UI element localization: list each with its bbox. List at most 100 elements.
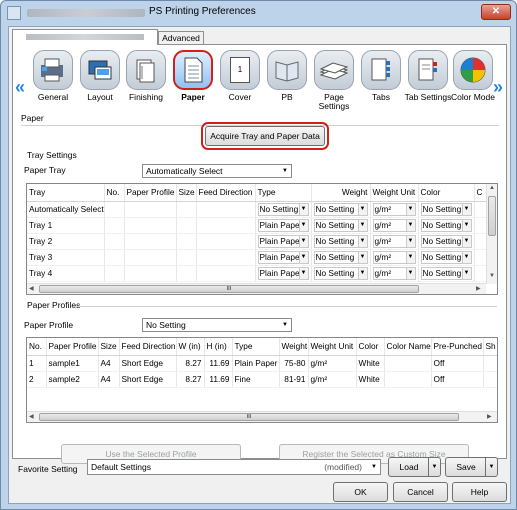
tray-col-header[interactable]: Weight bbox=[311, 184, 371, 202]
toolbar-cover[interactable]: 1 Cover bbox=[215, 47, 265, 109]
toolbar-tab-settings[interactable]: Tab Settings bbox=[403, 47, 453, 109]
profiles-col-header[interactable]: Weight Unit bbox=[308, 338, 357, 356]
tray-col-header[interactable]: Size bbox=[176, 184, 197, 202]
load-button[interactable]: Load ▼ bbox=[388, 457, 441, 477]
chevron-down-icon: ▼ bbox=[298, 219, 308, 231]
profile-width: 8.27 bbox=[176, 371, 205, 388]
tray-type-select[interactable]: Plain Paper ▼ bbox=[257, 250, 309, 264]
tray-row[interactable]: Tray 4 Plain Paper ▼ No Setting ▼ g/m² ▼ No… bbox=[27, 265, 497, 282]
profiles-col-header[interactable]: Sh bbox=[483, 338, 497, 356]
profiles-grid[interactable]: No. Paper Profile Size Feed Direction W … bbox=[26, 337, 498, 423]
scroll-down-icon[interactable]: ▼ bbox=[489, 273, 495, 279]
tray-unit-select[interactable]: g/m² ▼ bbox=[372, 218, 416, 232]
chevron-down-icon: ▼ bbox=[282, 168, 288, 174]
profiles-hscroll-thumb[interactable]: III bbox=[39, 413, 459, 421]
scroll-right-small-icon[interactable]: ▶ bbox=[487, 413, 492, 420]
toolbar-general[interactable]: General bbox=[28, 47, 78, 109]
tray-col-header[interactable]: Weight Unit bbox=[370, 184, 419, 202]
tray-col-header[interactable]: Type bbox=[255, 184, 312, 202]
tray-color-select[interactable]: No Setting ▼ bbox=[420, 218, 472, 232]
tray-unit-select[interactable]: g/m² ▼ bbox=[372, 234, 416, 248]
tray-horizontal-scrollbar[interactable]: ◀ III ▶ bbox=[27, 283, 486, 294]
scroll-left-small-icon[interactable]: ◀ bbox=[29, 413, 34, 420]
toolbar-page-settings[interactable]: Page Settings bbox=[309, 47, 359, 111]
tray-type-select[interactable]: Plain Paper ▼ bbox=[257, 218, 309, 232]
tray-type-select[interactable]: Plain Paper ▼ bbox=[257, 234, 309, 248]
ok-button[interactable]: OK bbox=[333, 482, 388, 502]
paper-profile-select[interactable]: No Setting ▼ bbox=[142, 318, 292, 332]
profiles-col-header[interactable]: Type bbox=[232, 338, 280, 356]
tray-type-select[interactable]: No Setting ▼ bbox=[257, 202, 309, 216]
profiles-col-header[interactable]: Paper Profile bbox=[46, 338, 99, 356]
toolbar-tabs[interactable]: Tabs bbox=[356, 47, 406, 109]
tray-weight-select[interactable]: No Setting ▼ bbox=[313, 202, 368, 216]
profiles-col-header[interactable]: Size bbox=[98, 338, 120, 356]
tray-type-select[interactable]: Plain Paper ▼ bbox=[257, 266, 309, 280]
profiles-col-header[interactable]: Pre-Punched bbox=[431, 338, 484, 356]
tray-col-header[interactable]: No. bbox=[104, 184, 125, 202]
save-button[interactable]: Save ▼ bbox=[445, 457, 498, 477]
profiles-col-header[interactable]: H (in) bbox=[204, 338, 233, 356]
profiles-horizontal-scrollbar[interactable]: ◀ III ▶ bbox=[27, 411, 497, 422]
tray-col-header[interactable]: Feed Direction bbox=[196, 184, 256, 202]
profiles-col-header[interactable]: Color Name bbox=[384, 338, 432, 356]
tray-hscroll-thumb[interactable]: III bbox=[39, 285, 419, 293]
tray-unit-select[interactable]: g/m² ▼ bbox=[372, 266, 416, 280]
paper-tray-select[interactable]: Automatically Select ▼ bbox=[142, 164, 292, 178]
tray-row[interactable]: Tray 1 Plain Paper ▼ No Setting ▼ g/m² ▼ No… bbox=[27, 217, 497, 234]
tray-unit-select[interactable]: g/m² ▼ bbox=[372, 202, 416, 216]
title-bar[interactable]: PS Printing Preferences ✕ bbox=[1, 1, 516, 25]
scroll-left-small-icon[interactable]: ◀ bbox=[29, 285, 34, 292]
toolbar-finishing[interactable]: Finishing bbox=[121, 47, 171, 109]
tray-grid[interactable]: Tray No. Paper Profile Size Feed Directi… bbox=[26, 183, 498, 295]
toolbar-color-mode-label: Color Mode bbox=[451, 92, 495, 102]
tray-row[interactable]: Tray 2 Plain Paper ▼ No Setting ▼ g/m² ▼ No… bbox=[27, 233, 497, 250]
profile-feed: Short Edge bbox=[119, 371, 177, 388]
tray-col-header[interactable]: Paper Profile bbox=[124, 184, 177, 202]
help-button[interactable]: Help bbox=[452, 482, 507, 502]
tray-row[interactable]: Automatically Select No Setting ▼ No Sett… bbox=[27, 201, 497, 218]
profile-row[interactable]: 2 sample2 A4 Short Edge 8.27 11.69 Fine … bbox=[27, 371, 497, 388]
toolbar-color-mode[interactable]: Color Mode bbox=[448, 47, 498, 109]
tray-color-select[interactable]: No Setting ▼ bbox=[420, 250, 472, 264]
tray-unit-value: g/m² bbox=[374, 267, 392, 278]
profiles-col-header[interactable]: Weight bbox=[279, 338, 309, 356]
profiles-col-header[interactable]: Feed Direction bbox=[119, 338, 177, 356]
toolbar-layout[interactable]: Layout bbox=[75, 47, 125, 109]
chevron-down-icon[interactable]: ▼ bbox=[485, 458, 497, 476]
profiles-col-header[interactable]: W (in) bbox=[176, 338, 205, 356]
tray-col-header[interactable]: Color bbox=[418, 184, 475, 202]
tray-color-select[interactable]: No Setting ▼ bbox=[420, 202, 472, 216]
profiles-col-header[interactable]: No. bbox=[27, 338, 47, 356]
cancel-button[interactable]: Cancel bbox=[393, 482, 448, 502]
tray-color-select[interactable]: No Setting ▼ bbox=[420, 234, 472, 248]
favorite-setting-select[interactable]: Default Settings (modified) ▼ bbox=[87, 459, 381, 475]
toolbar-paper-label: Paper bbox=[181, 92, 205, 102]
tray-weight-select[interactable]: No Setting ▼ bbox=[313, 218, 368, 232]
toolbar-pb[interactable]: PB bbox=[262, 47, 312, 109]
chevron-down-icon: ▼ bbox=[405, 203, 415, 215]
tray-vscroll-thumb[interactable] bbox=[488, 196, 496, 236]
toolbar-paper[interactable]: Paper bbox=[168, 47, 218, 109]
scroll-up-icon[interactable]: ▲ bbox=[489, 185, 495, 191]
tray-unit-select[interactable]: g/m² ▼ bbox=[372, 250, 416, 264]
tray-weight-select[interactable]: No Setting ▼ bbox=[313, 250, 368, 264]
acquire-tray-paper-data-button[interactable]: Acquire Tray and Paper Data bbox=[201, 122, 329, 150]
chevron-down-icon: ▼ bbox=[357, 235, 367, 247]
tray-color-select[interactable]: No Setting ▼ bbox=[420, 266, 472, 280]
profiles-col-header[interactable]: Color bbox=[356, 338, 385, 356]
tray-weight-select[interactable]: No Setting ▼ bbox=[313, 266, 368, 280]
scroll-right-small-icon[interactable]: ▶ bbox=[476, 285, 481, 292]
close-button[interactable]: ✕ bbox=[481, 4, 511, 20]
tray-weight-select[interactable]: No Setting ▼ bbox=[313, 234, 368, 248]
tray-vertical-scrollbar[interactable]: ▲ ▼ bbox=[486, 184, 497, 284]
chevron-down-icon[interactable]: ▼ bbox=[428, 458, 440, 476]
tab-printer-name-redacted bbox=[26, 34, 144, 40]
toolbar-layout-label: Layout bbox=[87, 92, 113, 102]
tray-row[interactable]: Tray 3 Plain Paper ▼ No Setting ▼ g/m² ▼ No… bbox=[27, 249, 497, 266]
profile-row[interactable]: 1 sample1 A4 Short Edge 8.27 11.69 Plain… bbox=[27, 355, 497, 372]
tray-col-header[interactable]: Tray bbox=[27, 184, 105, 202]
tabs-icon bbox=[361, 50, 401, 90]
tab-printer[interactable] bbox=[12, 29, 158, 45]
scroll-left-icon[interactable]: « bbox=[15, 77, 25, 98]
